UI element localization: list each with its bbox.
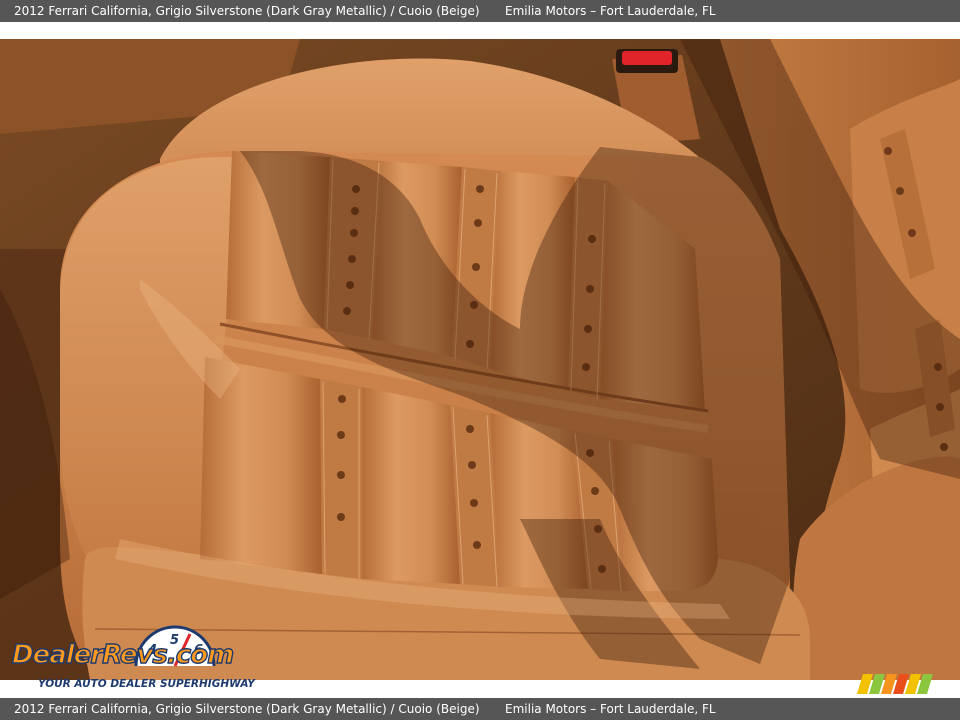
seat-photo xyxy=(0,39,960,680)
caption-dealer-text: Emilia Motors – Fort Lauderdale, FL xyxy=(505,4,716,18)
caption-bar-top: 2012 Ferrari California, Grigio Silverst… xyxy=(0,0,960,22)
dealerrevs-watermark: 4 5 6 DealerRevs.com YOUR AUTO DEALER SU… xyxy=(10,624,270,694)
caption-vehicle-text-bottom: 2012 Ferrari California, Grigio Silverst… xyxy=(14,702,480,716)
caption-dealer-text-bottom: Emilia Motors – Fort Lauderdale, FL xyxy=(505,702,716,716)
seat-photo-drawing xyxy=(0,39,960,680)
dealerrevs-tagline: YOUR AUTO DEALER SUPERHIGHWAY xyxy=(38,678,255,690)
caption-bar-bottom: 2012 Ferrari California, Grigio Silverst… xyxy=(0,698,960,720)
caption-vehicle-text: 2012 Ferrari California, Grigio Silverst… xyxy=(14,4,480,18)
stripes-logo-icon xyxy=(857,674,933,694)
photo-page: 2012 Ferrari California, Grigio Silverst… xyxy=(0,0,960,720)
dealerrevs-logo-text: DealerRevs.com xyxy=(11,639,235,670)
